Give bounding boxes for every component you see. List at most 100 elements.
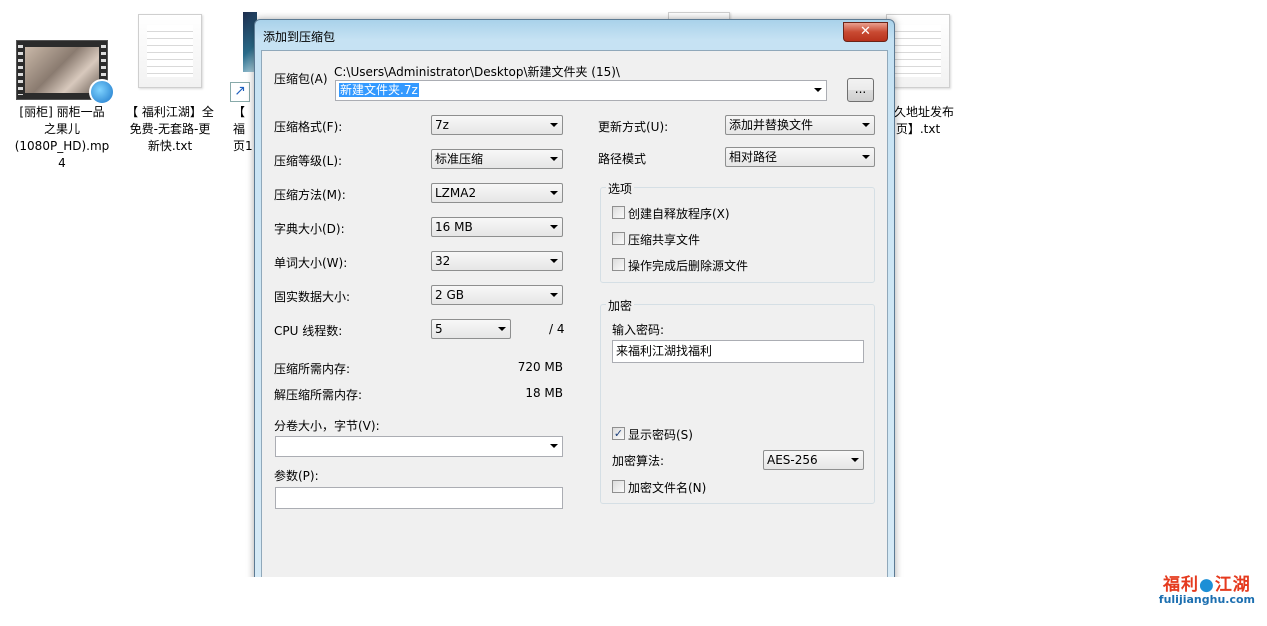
- path-mode-label: 路径模式: [598, 152, 647, 166]
- checkmark-icon: ✓: [613, 427, 624, 440]
- format-value: 7z: [435, 118, 449, 132]
- dialog-client-area: 压缩包(A) C:\Users\Administrator\Desktop\新建…: [261, 50, 888, 590]
- update-mode-value: 添加并替换文件: [729, 118, 814, 132]
- chevron-down-icon[interactable]: [550, 225, 558, 229]
- archive-label: 压缩包(A): [274, 72, 328, 86]
- dict-select[interactable]: 16 MB: [431, 217, 563, 237]
- video-file-icon: [16, 40, 115, 105]
- volume-label: 分卷大小，字节(V):: [274, 419, 380, 433]
- cpu-threads-select[interactable]: 5: [431, 319, 511, 339]
- text-file-icon: [138, 14, 202, 88]
- word-label: 单词大小(W):: [274, 256, 348, 270]
- shared-files-checkbox[interactable]: [612, 232, 625, 245]
- word-select[interactable]: 32: [431, 251, 563, 271]
- watermark-logo: 福利●江湖: [1162, 575, 1251, 595]
- solid-value: 2 GB: [435, 288, 464, 302]
- bottom-band: [0, 577, 1267, 626]
- update-mode-select[interactable]: 添加并替换文件: [725, 115, 875, 135]
- encryption-method-label: 加密算法:: [612, 454, 665, 468]
- shortcut-arrow-icon: ↗: [230, 82, 250, 102]
- chevron-down-icon[interactable]: [851, 458, 859, 462]
- word-value: 32: [435, 254, 451, 268]
- add-to-archive-dialog: 添加到压缩包 ✕ 压缩包(A) C:\Users\Administrator\D…: [254, 19, 895, 591]
- cpu-label: CPU 线程数:: [274, 324, 343, 338]
- level-value: 标准压缩: [435, 152, 484, 166]
- chevron-down-icon[interactable]: [550, 259, 558, 263]
- close-button[interactable]: ✕: [843, 22, 888, 42]
- params-label: 参数(P):: [274, 469, 319, 483]
- path-mode-select[interactable]: 相对路径: [725, 147, 875, 167]
- format-select[interactable]: 7z: [431, 115, 563, 135]
- mem-compress-value: 720 MB: [517, 360, 563, 374]
- encryption-group-title: 加密: [606, 297, 635, 314]
- password-value[interactable]: 来福利江湖找福利: [616, 344, 712, 358]
- delete-after-checkbox[interactable]: [612, 258, 625, 271]
- chevron-down-icon[interactable]: [550, 157, 558, 161]
- desktop-icon-label: [丽柜] 丽柜一品: [19, 105, 105, 119]
- delete-after-label[interactable]: 操作完成后删除源文件: [628, 257, 748, 274]
- chevron-down-icon[interactable]: [550, 293, 558, 297]
- encrypt-names-label[interactable]: 加密文件名(N): [628, 479, 706, 496]
- desktop-icon-label: 【 福利江湖】全: [126, 105, 214, 119]
- chevron-down-icon[interactable]: [814, 88, 822, 92]
- chevron-down-icon[interactable]: [550, 444, 558, 448]
- archive-filename-combo[interactable]: 新建文件夹.7z: [335, 80, 827, 101]
- password-input[interactable]: 来福利江湖找福利: [612, 340, 864, 363]
- encryption-group: 加密 输入密码: 来福利江湖找福利 ✓ 显示密码(S) 加密算法: AES-25…: [600, 297, 875, 504]
- chevron-down-icon[interactable]: [550, 191, 558, 195]
- desktop-icon-label: 免费-无套路-更: [129, 122, 211, 136]
- params-input[interactable]: [275, 487, 563, 509]
- path-mode-value: 相对路径: [729, 150, 778, 164]
- sfx-label[interactable]: 创建自释放程序(X): [628, 205, 730, 222]
- text-file-icon: [886, 14, 950, 88]
- desktop-icon-label: 4: [58, 156, 66, 170]
- media-player-badge-icon: [89, 79, 115, 105]
- show-password-checkbox[interactable]: ✓: [612, 427, 625, 440]
- show-password-label[interactable]: 显示密码(S): [628, 426, 693, 443]
- cpu-threads-value: 5: [435, 322, 443, 336]
- browse-button-label: ...: [854, 82, 867, 96]
- desktop-icon-label: (1080P_HD).mp: [14, 139, 110, 153]
- encrypt-names-checkbox[interactable]: [612, 480, 625, 493]
- dialog-title: 添加到压缩包: [263, 30, 336, 44]
- solid-select[interactable]: 2 GB: [431, 285, 563, 305]
- format-label: 压缩格式(F):: [274, 120, 343, 134]
- close-icon: ✕: [860, 24, 871, 39]
- mem-compress-label: 压缩所需内存:: [274, 362, 351, 376]
- desktop-icon-txt[interactable]: 【 福利江湖】全 免费-无套路-更 新快.txt: [120, 14, 220, 155]
- solid-label: 固实数据大小:: [274, 290, 351, 304]
- encryption-method-value: AES-256: [767, 453, 818, 467]
- archive-filename-value[interactable]: 新建文件夹.7z: [339, 83, 419, 97]
- chevron-down-icon[interactable]: [550, 123, 558, 127]
- chevron-down-icon[interactable]: [862, 155, 870, 159]
- method-select[interactable]: LZMA2: [431, 183, 563, 203]
- desktop-icon-label: 新快.txt: [147, 139, 193, 153]
- level-select[interactable]: 标准压缩: [431, 149, 563, 169]
- password-label: 输入密码:: [612, 323, 665, 337]
- archive-path: C:\Users\Administrator\Desktop\新建文件夹 (15…: [334, 65, 620, 79]
- chevron-down-icon[interactable]: [862, 123, 870, 127]
- site-watermark: 福利●江湖 fulijianghu.com: [1159, 570, 1255, 606]
- encryption-method-select[interactable]: AES-256: [763, 450, 864, 470]
- method-value: LZMA2: [435, 186, 477, 200]
- desktop-icon-label: 之果儿: [43, 122, 80, 136]
- update-mode-label: 更新方式(U):: [598, 120, 669, 134]
- options-group-title: 选项: [606, 180, 635, 197]
- mouse-icon: ●: [1198, 575, 1215, 595]
- mem-decompress-value: 18 MB: [525, 386, 563, 400]
- method-label: 压缩方法(M):: [274, 188, 346, 202]
- volume-combo[interactable]: [275, 436, 563, 457]
- watermark-url: fulijianghu.com: [1158, 593, 1255, 606]
- dict-label: 字典大小(D):: [274, 222, 345, 236]
- dialog-titlebar[interactable]: 添加到压缩包 ✕: [255, 20, 894, 50]
- cpu-total: / 4: [549, 322, 565, 336]
- mem-decompress-label: 解压缩所需内存:: [274, 388, 363, 402]
- desktop-icon-video[interactable]: [丽柜] 丽柜一品 之果儿 (1080P_HD).mp 4: [12, 40, 115, 172]
- sfx-checkbox[interactable]: [612, 206, 625, 219]
- level-label: 压缩等级(L):: [274, 154, 343, 168]
- chevron-down-icon[interactable]: [498, 327, 506, 331]
- options-group: 选项 创建自释放程序(X) 压缩共享文件 操作完成后删除源文件: [600, 180, 875, 283]
- browse-button[interactable]: ...: [847, 78, 874, 102]
- shared-files-label[interactable]: 压缩共享文件: [628, 231, 700, 248]
- dict-value: 16 MB: [435, 220, 473, 234]
